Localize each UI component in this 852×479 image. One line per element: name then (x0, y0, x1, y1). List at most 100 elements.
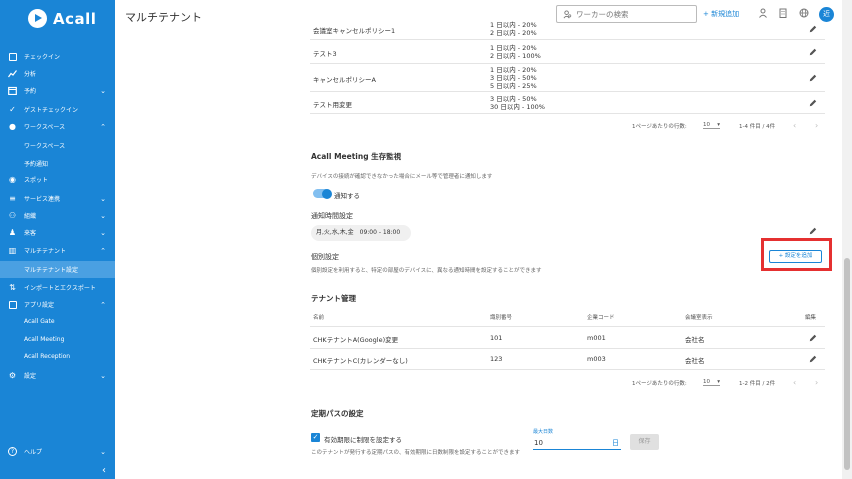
sidebar-item-6[interactable]: 予約通知 (0, 155, 115, 172)
highlight-box (761, 238, 832, 271)
max-days-field[interactable]: 最大日数 10 日 (533, 429, 621, 450)
guest-icon: ♟ (8, 228, 17, 237)
sidebar-item-label: 設定 (24, 373, 37, 380)
column-header: 識別番号 (490, 315, 513, 321)
max-days-value: 10 (534, 439, 543, 447)
chevron-down-icon: ⌄ (100, 194, 106, 203)
sidebar-item-label: ワークスペース (24, 124, 66, 131)
table-row: CHKテナントA(Google)変更 101 m001 会社名 (310, 327, 825, 349)
sidebar-item-3[interactable]: ✓ ゲストチェックイン (0, 101, 115, 118)
table-row: テスト用変更 3 日以内 - 50% 30 日以内 - 100% (310, 92, 825, 114)
edit-pencil-icon[interactable] (809, 48, 817, 56)
scrollbar[interactable] (842, 0, 852, 479)
rows-per-page-select[interactable]: 10 ▾ (703, 379, 720, 386)
logo-text: Acall (53, 9, 97, 28)
rows-per-page-label: 1ページあたりの行数: (632, 124, 687, 130)
gear-icon: ⚙ (8, 371, 17, 380)
tenant-display: 会社名 (685, 357, 705, 365)
policy-rule: 30 日以内 - 100% (490, 103, 545, 111)
sidebar-item-label: マルチテナント設定 (24, 267, 79, 274)
sidebar-item-8[interactable]: ≡ サービス連携 ⌄ (0, 190, 115, 207)
chevron-left-icon: ‹ (102, 465, 106, 476)
sidebar-item-12[interactable]: マルチテナント設定 (0, 261, 115, 278)
save-button[interactable]: 保存 (630, 434, 659, 450)
logo[interactable]: Acall (28, 9, 96, 28)
prev-page-button[interactable]: ‹ (793, 378, 796, 387)
sidebar-item-15[interactable]: Acall Gate (0, 313, 115, 330)
chevron-down-icon: ⌄ (100, 371, 106, 380)
sidebar-item-9[interactable]: ⚇ 組織 ⌄ (0, 207, 115, 224)
sidebar-item-14[interactable]: アプリ設定 ⌃ (0, 296, 115, 313)
sidebar-item-label: 来客 (24, 230, 37, 237)
tenant-name: CHKテナントC(カレンダーなし) (313, 357, 408, 365)
sidebar-item-label: Acall Meeting (24, 336, 65, 343)
sidebar-item-17[interactable]: Acall Reception (0, 348, 115, 365)
sidebar-item-10[interactable]: ♟ 来客 ⌄ (0, 224, 115, 241)
sidebar-item-7[interactable]: ◉ スポット (0, 171, 115, 188)
sidebar-item-label: ゲストチェックイン (24, 107, 79, 114)
schedule-chip[interactable]: 月,火,水,木,金 09:00 - 18:00 (311, 225, 411, 241)
policy-rule: 3 日以内 - 50% (490, 74, 537, 82)
rows-per-page-select[interactable]: 10 ▾ (703, 122, 720, 129)
sidebar-item-16[interactable]: Acall Meeting (0, 331, 115, 348)
person-icon[interactable] (758, 8, 768, 18)
sidebar-item-5[interactable]: ワークスペース (0, 137, 115, 154)
policy-rule: 2 日以内 - 100% (490, 52, 541, 60)
table-row: CHKテナントC(カレンダーなし) 123 m003 会社名 (310, 348, 825, 370)
sidebar-item-18[interactable]: ⚙ 設定 ⌄ (0, 367, 115, 384)
edit-pencil-icon[interactable] (809, 355, 817, 363)
org-icon: ⚇ (8, 211, 17, 220)
column-header: 企業コード (587, 315, 615, 321)
help-icon: ? (8, 447, 17, 456)
edit-pencil-icon[interactable] (809, 227, 817, 235)
sidebar-item-4[interactable]: ● ワークスペース ⌃ (0, 118, 115, 135)
column-header: 会議室表示 (685, 315, 713, 321)
edit-pencil-icon[interactable] (809, 25, 817, 33)
sidebar-item-help[interactable]: ? ヘルプ ⌄ (0, 443, 115, 460)
sidebar-item-11[interactable]: ▥ マルチテナント ⌃ (0, 242, 115, 259)
edit-pencil-icon[interactable] (809, 334, 817, 342)
prev-page-button[interactable]: ‹ (793, 121, 796, 130)
sidebar-item-1[interactable]: 分析 (0, 65, 115, 82)
notify-toggle[interactable] (313, 188, 332, 199)
chevron-up-icon: ⌃ (100, 122, 106, 131)
sidebar-item-label: 組織 (24, 213, 37, 220)
policy-rule: 5 日以内 - 25% (490, 82, 537, 90)
sidebar-item-0[interactable]: チェックイン (0, 48, 115, 65)
sidebar-collapse-button[interactable]: ‹ (0, 462, 115, 479)
sidebar-item-label: チェックイン (24, 54, 61, 61)
pagination-range: 1-4 件目 / 4件 (739, 124, 776, 130)
tenant-id: 101 (490, 334, 503, 342)
building-icon: ▥ (8, 246, 17, 255)
chevron-up-icon: ⌃ (100, 300, 106, 309)
sidebar-item-label: 予約 (24, 88, 37, 95)
notify-toggle-label: 通知する (334, 192, 360, 200)
scrollbar-thumb[interactable] (844, 258, 850, 470)
meeting-monitor-title: Acall Meeting 生存監視 (311, 152, 402, 161)
limit-checkbox[interactable]: ✓ (311, 433, 320, 442)
next-page-button[interactable]: › (815, 378, 818, 387)
globe-icon[interactable] (799, 8, 809, 18)
rows-per-page-label: 1ページあたりの行数: (632, 381, 687, 387)
edit-pencil-icon[interactable] (809, 99, 817, 107)
edit-pencil-icon[interactable] (809, 74, 817, 82)
tenant-code: m003 (587, 355, 606, 363)
policy-name: 会議室キャンセルポリシー1 (313, 27, 396, 35)
sidebar-item-label: インポートとエクスポート (24, 285, 96, 292)
notify-time-title: 通知時間設定 (311, 212, 353, 220)
sidebar-item-label: マルチテナント (24, 248, 67, 255)
chevron-down-icon: ⌄ (100, 228, 106, 237)
chart-icon (8, 69, 17, 78)
chevron-up-icon: ⌃ (100, 246, 106, 255)
sidebar-item-13[interactable]: ⇅ インポートとエクスポート (0, 279, 115, 296)
import-export-icon: ⇅ (9, 283, 16, 292)
tenant-id: 123 (490, 355, 503, 363)
sidebar-item-2[interactable]: 予約 ⌄ (0, 82, 115, 99)
calendar-icon (8, 86, 17, 95)
building-icon[interactable] (778, 8, 788, 18)
next-page-button[interactable]: › (815, 121, 818, 130)
tenant-display: 会社名 (685, 336, 705, 344)
link-icon: ≡ (9, 194, 16, 203)
sidebar-item-label: サービス連携 (24, 196, 61, 203)
individual-settings-description: 個別設定を利用すると、特定の部屋のデバイスに、異なる通知時間を設定することができ… (311, 268, 542, 274)
